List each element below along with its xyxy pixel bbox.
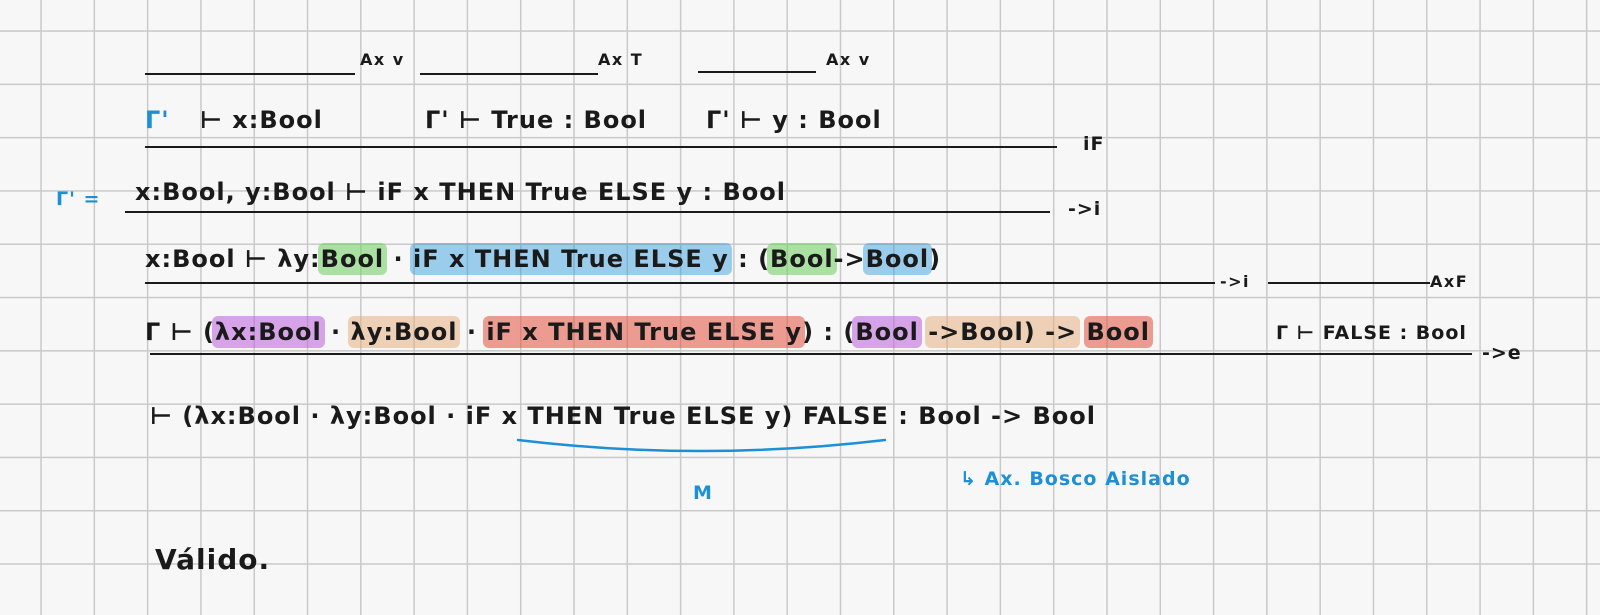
underline-m-stroke [516, 438, 887, 453]
annotation-note: ↳ Ax. Bosco Aislado [960, 468, 1191, 490]
verdict-valido: Válido. [155, 543, 271, 576]
label-m: M [693, 482, 713, 504]
